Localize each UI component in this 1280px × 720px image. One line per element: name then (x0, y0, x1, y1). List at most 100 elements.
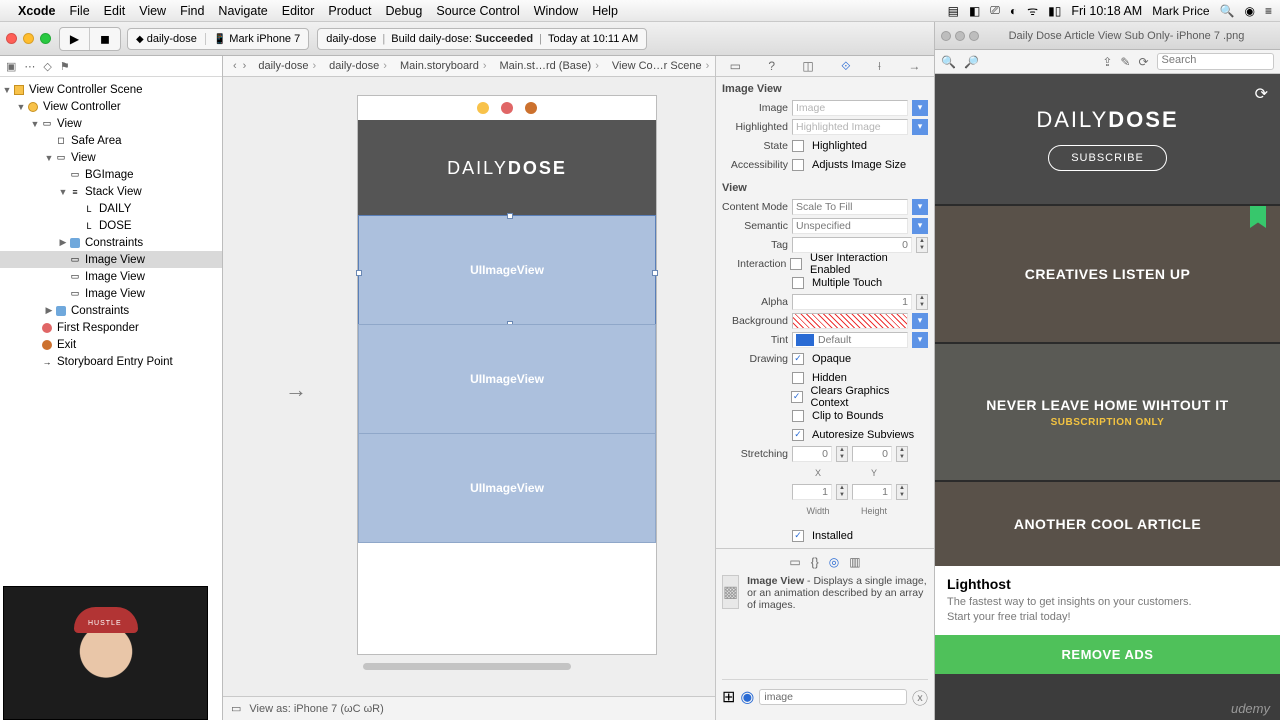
stop-button[interactable]: ◼ (90, 28, 120, 50)
autoresize-checkbox[interactable] (792, 429, 804, 441)
zoom-in-icon[interactable]: 🔍 (941, 55, 956, 69)
canvas-header-view[interactable]: DAILYDOSE (358, 120, 656, 216)
zoom-out-icon[interactable]: 🔎 (964, 55, 979, 69)
minimize-window-button[interactable] (23, 33, 34, 44)
image-dropdown[interactable]: ▾ (912, 100, 928, 116)
tag-stepper[interactable]: ▲▼ (916, 237, 928, 253)
tint-color-well[interactable]: Default (792, 332, 908, 348)
menu-user[interactable]: Mark Price (1152, 4, 1209, 18)
file-template-lib-icon[interactable]: ▭ (789, 555, 800, 569)
library-filter-field[interactable]: image (759, 689, 907, 705)
inspector-selector[interactable]: ▭ ? ◫ ⟐ ⟊ → (716, 56, 934, 77)
battery-icon[interactable]: ▮▯ (1048, 4, 1061, 18)
share-icon[interactable]: ⇪ (1102, 55, 1112, 69)
identity-inspector-icon[interactable]: ◫ (802, 59, 813, 73)
notification-center-icon[interactable]: ≡ (1265, 4, 1272, 18)
outline-image-view[interactable]: ▭Image View (0, 285, 222, 302)
status-icon[interactable]: ⎚ (990, 3, 1000, 18)
library-item[interactable]: ▩ Image View - Displays a single image, … (722, 575, 928, 611)
view-as-label[interactable]: View as: iPhone 7 (ωC ωR) (249, 703, 383, 715)
status-icon[interactable]: ◐ (1010, 4, 1017, 18)
toggle-outline-button[interactable]: ▭ (231, 702, 241, 715)
vc-icon[interactable] (477, 102, 489, 114)
preview-search[interactable]: Search (1157, 53, 1274, 70)
alpha-stepper[interactable]: ▲▼ (916, 294, 928, 310)
stretch-x-field[interactable]: 0 (792, 446, 832, 462)
tag-field[interactable]: 0 (792, 237, 912, 253)
canvas-uiimageview[interactable]: UIImageView (358, 215, 656, 325)
content-mode-select[interactable]: Scale To Fill (792, 199, 908, 215)
outline-image-view[interactable]: ▭Image View (0, 268, 222, 285)
stretch-w-field[interactable]: 1 (792, 484, 832, 500)
outline-exit[interactable]: Exit (0, 336, 222, 353)
exit-icon[interactable] (525, 102, 537, 114)
zoom-window-button[interactable] (40, 33, 51, 44)
size-inspector-icon[interactable]: ⟊ (878, 59, 881, 74)
close-icon[interactable] (941, 31, 951, 41)
menu-editor[interactable]: Editor (282, 4, 315, 18)
file-inspector-icon[interactable]: ▭ (730, 59, 741, 73)
navigator-selector[interactable]: ▣⋯◇⚑ (0, 56, 222, 77)
multi-touch-checkbox[interactable] (792, 277, 804, 289)
menu-help[interactable]: Help (592, 4, 618, 18)
clears-context-checkbox[interactable] (791, 391, 803, 403)
library-grid-icon[interactable]: ⊞ (722, 687, 735, 707)
status-icon[interactable]: ▤ (948, 4, 959, 18)
status-icon[interactable]: ᯤ (1027, 2, 1038, 19)
menu-source-control[interactable]: Source Control (436, 4, 519, 18)
outline-bgimage[interactable]: ▭BGImage (0, 166, 222, 183)
user-interaction-checkbox[interactable] (790, 258, 802, 270)
library-filter-icon[interactable]: ◉ (740, 687, 754, 707)
menu-clock[interactable]: Fri 10:18 AM (1071, 4, 1142, 18)
outline-label-dose[interactable]: LDOSE (0, 217, 222, 234)
installed-checkbox[interactable] (792, 530, 804, 542)
media-lib-icon[interactable]: ▥ (849, 555, 860, 569)
outline-stack[interactable]: ▼≡Stack View (0, 183, 222, 200)
run-button[interactable]: ▶ (60, 28, 90, 50)
outline-constraints[interactable]: ▶Constraints (0, 302, 222, 319)
outline-first-responder[interactable]: First Responder (0, 319, 222, 336)
stretch-y-field[interactable]: 0 (852, 446, 892, 462)
outline-safe-area[interactable]: ◻Safe Area (0, 132, 222, 149)
connections-inspector-icon[interactable]: → (908, 59, 920, 73)
clip-bounds-checkbox[interactable] (792, 410, 804, 422)
outline-entry-point[interactable]: →Storyboard Entry Point (0, 353, 222, 370)
menu-window[interactable]: Window (534, 4, 578, 18)
outline-view[interactable]: ▼▭View (0, 149, 222, 166)
menu-debug[interactable]: Debug (386, 4, 423, 18)
accessibility-checkbox[interactable] (792, 159, 804, 171)
project-nav-icon[interactable]: ▣ (6, 60, 16, 73)
canvas-uiimageview[interactable]: UIImageView (358, 433, 656, 543)
outline-label-daily[interactable]: LDAILY (0, 200, 222, 217)
stretch-h-field[interactable]: 1 (852, 484, 892, 500)
highlighted-dropdown[interactable]: ▾ (912, 119, 928, 135)
rotate-icon[interactable]: ⟳ (1138, 55, 1148, 69)
code-snippet-lib-icon[interactable]: {} (811, 555, 819, 569)
clear-filter-icon[interactable]: ⓧ (912, 685, 928, 709)
menu-find[interactable]: Find (180, 4, 204, 18)
semantic-select[interactable]: Unspecified (792, 218, 908, 234)
back-button[interactable]: ‹ (233, 60, 237, 72)
state-checkbox[interactable] (792, 140, 804, 152)
help-inspector-icon[interactable]: ? (768, 59, 775, 73)
outline-scene[interactable]: ▼View Controller Scene (0, 81, 222, 98)
horizontal-scrollbar[interactable] (363, 663, 571, 670)
markup-icon[interactable]: ✎ (1120, 55, 1130, 69)
siri-icon[interactable]: ◉ (1245, 4, 1255, 18)
scheme-selector[interactable]: ◆daily-dose 📱Mark iPhone 7 (127, 28, 309, 50)
outline-vc[interactable]: ▼View Controller (0, 98, 222, 115)
first-responder-icon[interactable] (501, 102, 513, 114)
outline-image-view[interactable]: ▭Image View (0, 251, 222, 268)
hidden-checkbox[interactable] (792, 372, 804, 384)
alpha-field[interactable]: 1 (792, 294, 912, 310)
app-menu[interactable]: Xcode (18, 4, 56, 18)
spotlight-icon[interactable]: 🔍 (1220, 4, 1235, 18)
status-icon[interactable]: ◧ (969, 4, 980, 18)
forward-button[interactable]: › (243, 60, 247, 72)
object-lib-icon[interactable]: ◎ (829, 555, 839, 569)
menu-file[interactable]: File (70, 4, 90, 18)
background-color-well[interactable] (792, 313, 908, 329)
zoom-icon[interactable] (969, 31, 979, 41)
menu-view[interactable]: View (139, 4, 166, 18)
menu-navigate[interactable]: Navigate (218, 4, 267, 18)
